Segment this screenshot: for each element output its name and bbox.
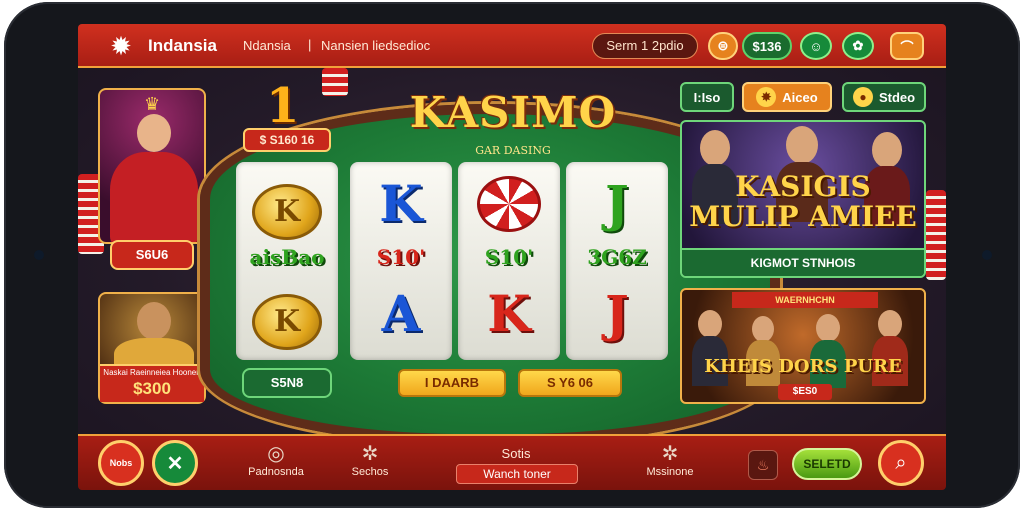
nav-separator: | <box>308 37 312 52</box>
flame-button[interactable]: ♨ <box>748 450 778 480</box>
promo-title-2: KHEIS DORS PURE <box>704 356 902 377</box>
phone-frame: ✹ Indansia Ndansia | Nansien liedsedioc … <box>0 0 1024 512</box>
tab-aiceo-label: Aiceo <box>782 89 818 105</box>
center-title: Sotis <box>501 446 531 461</box>
casino-chip-icon <box>477 176 541 232</box>
nav-link-primary[interactable]: Ndansia <box>243 38 291 53</box>
tab-info-label: I:Iso <box>693 89 721 105</box>
host-label: Naskai Raeinneiea Hoonen $300 <box>100 364 204 402</box>
big-number: 1 <box>266 78 300 134</box>
reel-symbol-k: K <box>379 174 423 233</box>
promo-footer: KIGMOT STNHOIS <box>682 248 924 276</box>
host-head <box>137 302 171 340</box>
bet-button[interactable]: S5N8 <box>242 368 332 398</box>
gear-icon: ✲ <box>361 443 379 465</box>
tab-aiceo[interactable]: ✸ Aiceo <box>742 82 832 112</box>
menu-button[interactable]: ⌒ <box>890 32 924 60</box>
reel-value: 3G6Z <box>587 245 647 269</box>
nav-link-secondary[interactable]: Nansien liedsedioc <box>321 38 430 53</box>
tab-stdeo-label: Stdeo <box>878 89 916 105</box>
pot-badge: $ S160 16 <box>243 128 331 152</box>
nav-mssinone-label: Mssinone <box>646 466 694 478</box>
user-icon: ☺ <box>809 38 823 54</box>
reel-value: aisBao <box>249 245 325 269</box>
reel-symbol-j: J <box>605 284 629 343</box>
spin-button[interactable]: I DAARB <box>398 369 506 397</box>
settings-button[interactable]: ✿ <box>842 32 874 60</box>
games-button[interactable]: ✕ <box>152 440 198 486</box>
camera-left <box>34 250 44 260</box>
reel-symbol <box>458 172 560 236</box>
reel-symbol-j: J <box>605 174 629 233</box>
menu-icon: ⌒ <box>900 39 914 55</box>
dancer-price-badge[interactable]: S6U6 <box>110 240 194 270</box>
nav-padnosnda-label: Padnosnda <box>248 466 304 478</box>
dancer-dress <box>110 152 198 242</box>
reel-1: K aisBao K <box>236 162 338 360</box>
host-label-amount: $300 <box>133 379 171 398</box>
logo-icon: ✹ <box>110 31 132 61</box>
cross-icon: ✕ <box>166 452 184 475</box>
tab-stdeo[interactable]: ● Stdeo <box>842 82 926 112</box>
balance-button[interactable]: $136 <box>742 32 792 60</box>
home-button[interactable]: Nobs <box>98 440 144 486</box>
dancer-head <box>137 114 171 152</box>
nav-padnosnda[interactable]: ◎ Padnosnda <box>234 442 318 478</box>
home-label: Nobs <box>109 458 133 468</box>
reel-value: S10' <box>376 245 426 269</box>
search-button[interactable]: ⌕ <box>878 440 924 486</box>
bottom-bar: Nobs ✕ ◎ Padnosnda ✲ Sechos Sotis Wanch to… <box>78 434 946 490</box>
camera-right <box>982 250 992 260</box>
reel-symbol-a: A <box>381 284 421 343</box>
promo-ribbon: WAERNHCHN <box>732 292 878 308</box>
game-subtitle: GAR DASING <box>475 144 551 157</box>
host-label-small: Naskai Raeinneiea Hoonen <box>103 368 201 377</box>
reel-symbol: K <box>236 282 338 350</box>
game-title: KASIMO <box>409 88 617 137</box>
gold-coin-k: K <box>252 294 322 350</box>
brand-name: Indansia <box>148 36 217 55</box>
coin-button[interactable]: ⊜ <box>708 32 738 60</box>
gold-coin-k: K <box>252 184 322 240</box>
max-bet-button[interactable]: S Y6 06 <box>518 369 622 397</box>
settings-icon: ✲ <box>661 443 679 465</box>
reel-4: J 3G6Z J <box>566 162 668 360</box>
coin-icon: ⊜ <box>717 38 729 53</box>
profile-button[interactable]: ☺ <box>800 32 832 60</box>
crown-icon: ♛ <box>144 94 161 114</box>
game-screen: ✹ Indansia Ndansia | Nansien liedsedioc … <box>78 24 946 490</box>
promo-banner-main[interactable]: KASIGIS MULIP AMIEE KIGMOT STNHOIS <box>680 120 926 278</box>
promo-banner-secondary[interactable]: WAERNHCHN KHEIS DORS PURE $ES0 <box>680 288 926 404</box>
top-bar: ✹ Indansia Ndansia | Nansien liedsedioc … <box>78 24 946 68</box>
nav-sechos-label: Sechos <box>351 466 389 478</box>
nav-sechos[interactable]: ✲ Sechos <box>328 442 412 478</box>
chip-stack-decor <box>322 68 348 96</box>
reel-symbol: K <box>236 172 338 240</box>
search-icon: ⌕ <box>895 452 907 474</box>
center-field[interactable]: Wanch toner <box>456 464 578 484</box>
dancer-card[interactable]: ♛ <box>98 88 206 244</box>
promo-price: $ES0 <box>778 384 832 400</box>
flame-icon: ♨ <box>756 457 770 473</box>
reel-value: S10' <box>484 245 534 269</box>
coin-icon: ● <box>852 87 873 107</box>
reel-symbol-k: K <box>487 284 531 343</box>
nav-mssinone[interactable]: ✲ Mssinone <box>628 442 712 478</box>
chip-icon: ◎ <box>267 443 285 465</box>
gear-icon: ✿ <box>852 38 864 53</box>
user-pill[interactable]: Serm 1 2pdio <box>592 33 698 59</box>
tab-info[interactable]: I:Iso <box>680 82 734 112</box>
chip-stack-decor <box>926 190 946 280</box>
reel-2: K S10' A <box>350 162 452 360</box>
promo-title: KASIGIS MULIP AMIEE <box>689 170 917 233</box>
reel-3: S10' K <box>458 162 560 360</box>
sun-icon: ✸ <box>756 87 777 107</box>
select-button[interactable]: SELETD <box>792 448 862 480</box>
